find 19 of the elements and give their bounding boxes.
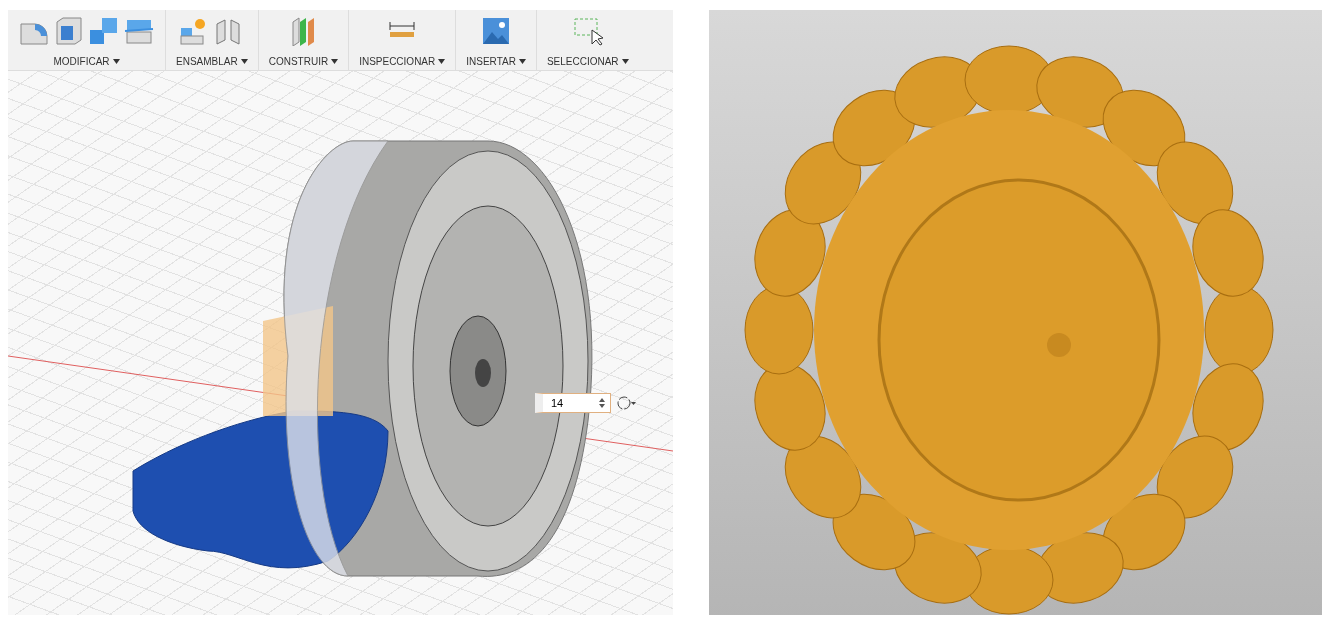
dimension-input[interactable]: 14 (535, 393, 611, 413)
caret-icon (621, 59, 629, 65)
rotate-dropdown-icon[interactable] (617, 395, 637, 411)
toolbar-menu-button[interactable]: MODIFICAR (53, 56, 120, 67)
caret-icon (518, 59, 526, 65)
window-select-icon[interactable] (571, 16, 604, 46)
caret-icon (240, 59, 248, 65)
toolbar-menu-button[interactable]: INSERTAR (466, 56, 526, 67)
caret-icon (438, 59, 446, 65)
caret-icon (331, 59, 339, 65)
spinner-arrows-icon[interactable] (598, 396, 606, 410)
toolbar-menu-button[interactable]: INSPECCIONAR (359, 56, 446, 67)
toolbar-menu-button[interactable]: ENSAMBLAR (176, 56, 248, 67)
toolbar-menu-button[interactable]: SELECCIONAR (546, 56, 629, 67)
toolbar-menu-button[interactable]: CONSTRUIR (268, 56, 339, 67)
shell-icon[interactable] (53, 16, 85, 46)
viewport-grid[interactable]: 14 (8, 71, 673, 615)
blocks-icon[interactable] (88, 16, 120, 46)
caret-icon (112, 59, 120, 65)
